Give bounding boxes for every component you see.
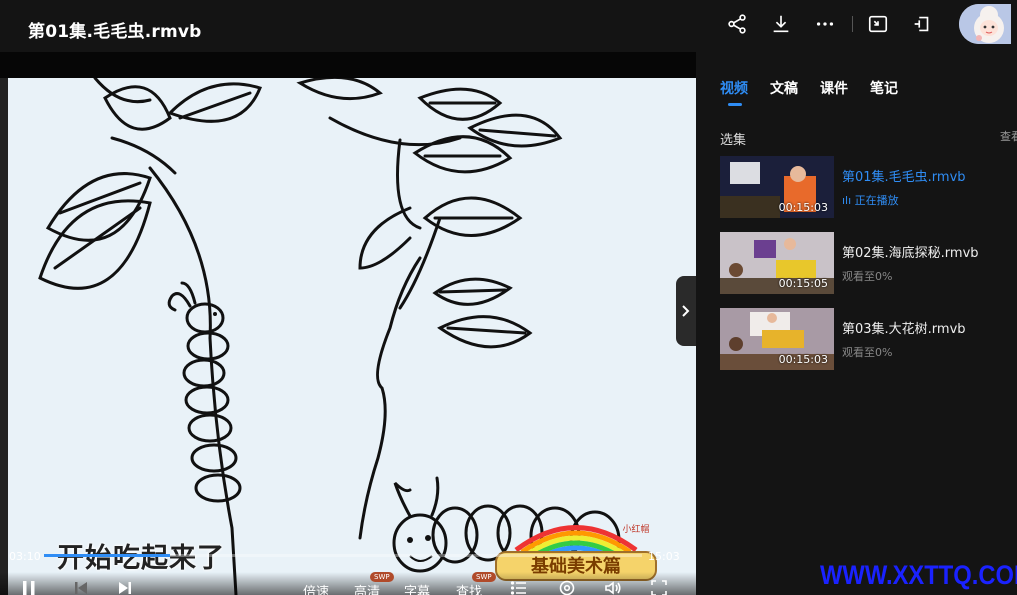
playlist-icon[interactable] (510, 578, 528, 595)
search-button[interactable]: 查找 (456, 581, 482, 595)
panel-tabs: 视频 文稿 课件 笔记 (720, 78, 920, 106)
chevron-right-icon (682, 305, 690, 317)
episode-status: ılı 正在播放 (842, 194, 899, 207)
quality-badge: SWP (370, 572, 394, 582)
pin-icon[interactable] (905, 10, 939, 38)
episode-thumbnail: 00:15:03 (720, 308, 834, 370)
tab-video[interactable]: 视频 (720, 78, 748, 106)
episodes-title: 选集 (720, 133, 747, 148)
download-icon[interactable] (764, 10, 798, 38)
toolbar-divider (852, 16, 853, 32)
fullscreen-icon[interactable] (650, 578, 668, 595)
episode-duration: 00:15:05 (778, 277, 828, 290)
next-button[interactable] (116, 578, 134, 595)
pause-button[interactable] (20, 578, 38, 595)
episode-item[interactable]: 00:15:03 第01集.毛毛虫.rmvb ılı 正在播放 (720, 156, 1010, 218)
tab-notes[interactable]: 笔记 (870, 78, 898, 98)
episode-title: 第01集.毛毛虫.rmvb (842, 170, 966, 185)
episode-thumbnail: 00:15:03 (720, 156, 834, 218)
video-letterbox (0, 52, 696, 80)
progress-fill (44, 554, 170, 557)
episode-status: 观看至0% (842, 346, 893, 359)
more-icon[interactable] (808, 10, 842, 38)
app-window: 第01集.毛毛虫.rmvb 开始吃起来了 基础美术篇 小红帽 03:10 15:… (0, 0, 1017, 595)
episode-duration: 00:15:03 (778, 353, 828, 366)
total-time: 15:03 (648, 550, 680, 563)
episode-duration: 00:15:03 (778, 201, 828, 214)
speed-button[interactable]: 倍速 (303, 581, 329, 595)
episode-status: 观看至0% (842, 270, 893, 283)
video-title: 第01集.毛毛虫.rmvb (28, 22, 202, 42)
subtitle-button[interactable]: 字幕 (404, 581, 430, 595)
current-time: 03:10 (9, 550, 41, 563)
svg-text:小红帽: 小红帽 (622, 523, 649, 535)
site-watermark: WWW.XXTTQ.COM (820, 560, 1017, 590)
share-icon[interactable] (720, 10, 754, 38)
quality-button[interactable]: 高清 (354, 581, 380, 595)
previous-button[interactable] (72, 578, 90, 595)
progress-bar[interactable] (44, 554, 642, 557)
playing-bars-icon: ılı (842, 194, 855, 207)
tab-transcript[interactable]: 文稿 (770, 78, 798, 98)
episode-title: 第03集.大花树.rmvb (842, 322, 966, 337)
episode-thumbnail: 00:15:05 (720, 232, 834, 294)
volume-icon[interactable] (604, 578, 622, 595)
episode-item[interactable]: 00:15:03 第03集.大花树.rmvb 观看至0% (720, 308, 1010, 370)
user-avatar[interactable] (959, 4, 1011, 44)
search-badge: SWP (472, 572, 496, 582)
settings-icon[interactable] (558, 578, 576, 595)
episode-title: 第02集.海底探秘.rmvb (842, 246, 979, 261)
side-panel: 视频 文稿 课件 笔记 选集 查看 00:15:03 第01集.毛毛虫.rmvb… (698, 52, 1017, 595)
control-bar: 倍速 高清 SWP 字幕 查找 SWP (0, 572, 696, 595)
collapse-panel-button[interactable] (676, 276, 696, 346)
tab-courseware[interactable]: 课件 (820, 78, 848, 98)
video-player[interactable]: 开始吃起来了 基础美术篇 小红帽 03:10 15:03 倍速 高清 SWP 字… (0, 52, 696, 595)
view-all-link[interactable]: 查看 (1000, 128, 1017, 144)
top-toolbar (720, 10, 949, 38)
picture-in-picture-icon[interactable] (861, 10, 895, 38)
episode-item[interactable]: 00:15:05 第02集.海底探秘.rmvb 观看至0% (720, 232, 1010, 294)
